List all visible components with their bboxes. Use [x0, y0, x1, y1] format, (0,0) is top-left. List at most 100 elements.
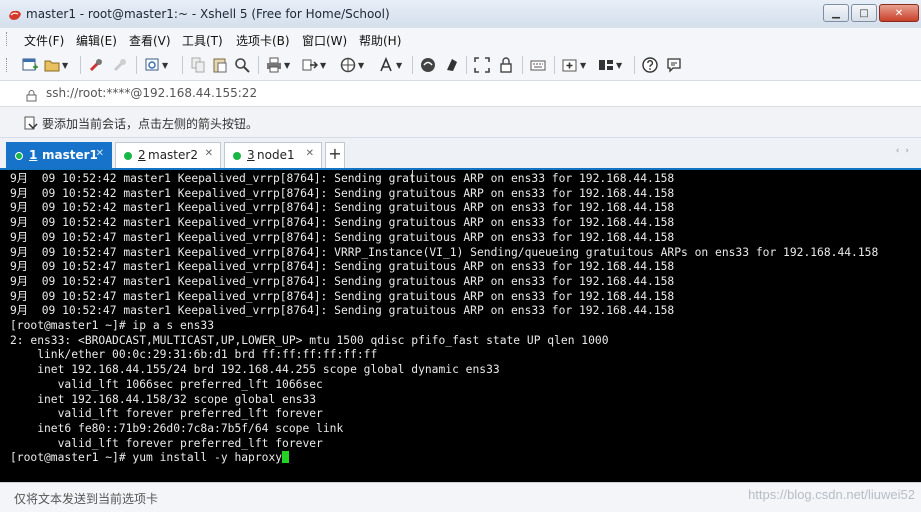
terminal-line: 9月 09 10:52:47 master1 Keepalived_vrrp[8…: [10, 274, 675, 288]
title-bar: master1 - root@master1:~ - Xshell 5 (Fre…: [0, 0, 921, 29]
connect-icon[interactable]: [88, 56, 104, 74]
menu-tools[interactable]: 工具(T): [182, 32, 223, 49]
plus-icon: +: [328, 144, 342, 163]
terminal-line: 9月 09 10:52:42 master1 Keepalived_vrrp[8…: [10, 216, 675, 230]
close-tab-icon[interactable]: ✕: [205, 148, 213, 159]
terminal-line: inet 192.168.44.155/24 brd 192.168.44.25…: [10, 363, 500, 377]
help-icon[interactable]: [642, 56, 658, 74]
hint-bar: 要添加当前会话，点击左侧的箭头按钮。: [0, 107, 921, 138]
disconnect-icon[interactable]: [112, 56, 128, 74]
menu-tabs[interactable]: 选项卡(B): [236, 32, 290, 49]
xshell-app-icon[interactable]: [8, 7, 22, 21]
terminal-line: 9月 09 10:52:42 master1 Keepalived_vrrp[8…: [10, 201, 675, 215]
close-tab-icon[interactable]: ✕: [306, 148, 314, 159]
toolbar-separator: [522, 56, 523, 74]
compose-bar[interactable]: 仅将文本发送到当前选项卡 https://blog.csdn.net/liuwe…: [0, 482, 921, 512]
tab-number: 3: [247, 148, 255, 162]
toolbar-separator: [80, 56, 81, 74]
tab-scroll-arrows-icon[interactable]: ‹›: [896, 146, 915, 156]
terminal-cursor: [282, 451, 290, 464]
session-address[interactable]: ssh://root:****@192.168.44.155:22: [46, 86, 257, 100]
toolbar-separator: [182, 56, 183, 74]
terminal-line: 9月 09 10:52:47 master1 Keepalived_vrrp[8…: [10, 304, 675, 318]
menu-grip: [6, 32, 10, 46]
terminal-line: 9月 09 10:52:42 master1 Keepalived_vrrp[8…: [10, 172, 675, 185]
menu-edit[interactable]: 编辑(E): [76, 32, 117, 49]
window-title: master1 - root@master1:~ - Xshell 5 (Fre…: [26, 7, 390, 21]
new-session-icon[interactable]: [22, 56, 38, 74]
toolbar: ▼ ▼ ▼ ▼ ▼ ▼ ▼ ▼: [0, 50, 921, 81]
menu-view[interactable]: 查看(V): [129, 32, 171, 49]
new-tab-icon[interactable]: ▼: [562, 56, 586, 74]
open-folder-icon[interactable]: ▼: [44, 56, 68, 74]
tab-number: 1: [29, 148, 38, 162]
add-session-arrow-icon[interactable]: [24, 115, 38, 134]
terminal-line: 2: ens33: <BROADCAST,MULTICAST,UP,LOWER_…: [10, 333, 609, 347]
toolbar-grip: [6, 58, 10, 72]
session-status-icon: [15, 152, 23, 160]
terminal-output[interactable]: 9月 09 10:52:42 master1 Keepalived_vrrp[8…: [0, 170, 921, 482]
terminal-line: 9月 09 10:52:47 master1 Keepalived_vrrp[8…: [10, 230, 675, 244]
session-tab-bar: 1 master1 ✕ 2 master2 ✕ 3 node1 ✕ + ‹›: [0, 138, 921, 170]
maximize-icon: □: [859, 7, 869, 19]
terminal-line: valid_lft 1066sec preferred_lft 1066sec: [10, 377, 323, 391]
session-properties-icon[interactable]: ▼: [144, 56, 168, 74]
transfer-icon[interactable]: ▼: [302, 56, 326, 74]
maximize-button[interactable]: □: [851, 4, 877, 22]
terminal-line: 9月 09 10:52:42 master1 Keepalived_vrrp[8…: [10, 186, 675, 200]
tab-label: node1: [257, 148, 295, 162]
close-tab-icon[interactable]: ✕: [96, 148, 104, 159]
tab-master1[interactable]: 1 master1 ✕: [6, 142, 112, 168]
tab-number: 2: [138, 148, 146, 162]
close-button[interactable]: ✕: [879, 4, 919, 22]
tab-master2[interactable]: 2 master2 ✕: [115, 142, 221, 168]
terminal-line: valid_lft forever preferred_lft forever: [10, 407, 323, 421]
tab-node1[interactable]: 3 node1 ✕: [224, 142, 322, 168]
watermark-text: https://blog.csdn.net/liuwei52: [748, 487, 915, 502]
toolbar-separator: [258, 56, 259, 74]
terminal-lines: 9月 09 10:52:42 master1 Keepalived_vrrp[8…: [10, 172, 878, 466]
copy-icon[interactable]: [190, 56, 206, 74]
find-icon[interactable]: [234, 56, 250, 74]
xagent-icon[interactable]: [444, 56, 460, 74]
compose-target-label[interactable]: 仅将文本发送到当前选项卡: [14, 490, 158, 507]
terminal-line: 9月 09 10:52:47 master1 Keepalived_vrrp[8…: [10, 260, 675, 274]
address-bar[interactable]: ssh://root:****@192.168.44.155:22: [0, 81, 921, 107]
font-icon[interactable]: ▼: [378, 56, 402, 74]
chat-icon[interactable]: [666, 56, 682, 74]
lock-icon: [26, 87, 37, 106]
terminal-line: 9月 09 10:52:47 master1 Keepalived_vrrp[8…: [10, 245, 879, 259]
layout-icon[interactable]: ▼: [598, 56, 622, 74]
menu-file[interactable]: 文件(F): [24, 32, 64, 49]
toolbar-separator: [554, 56, 555, 74]
terminal-line: inet 192.168.44.158/32 scope global ens3…: [10, 392, 317, 406]
minimize-icon: ▁: [832, 7, 840, 19]
menu-window[interactable]: 窗口(W): [302, 32, 347, 49]
xftp-icon[interactable]: [420, 56, 436, 74]
tab-label: master2: [148, 148, 198, 162]
print-icon[interactable]: ▼: [266, 56, 290, 74]
terminal-prompt: [root@master1 ~]# yum install -y haproxy: [10, 451, 283, 465]
terminal-line: valid_lft forever preferred_lft forever: [10, 436, 323, 450]
toolbar-separator: [634, 56, 635, 74]
tab-label: master1: [42, 148, 98, 162]
lock-icon[interactable]: [498, 56, 514, 74]
globe-icon[interactable]: ▼: [340, 56, 364, 74]
terminal-line: 9月 09 10:52:47 master1 Keepalived_vrrp[8…: [10, 289, 675, 303]
hint-text: 要添加当前会话，点击左侧的箭头按钮。: [42, 117, 259, 131]
session-status-icon: [233, 152, 241, 160]
terminal-line: link/ether 00:0c:29:31:6b:d1 brd ff:ff:f…: [10, 348, 378, 362]
fullscreen-icon[interactable]: [474, 56, 490, 74]
terminal-line: [root@master1 ~]# ip a s ens33: [10, 319, 215, 333]
add-tab-button[interactable]: +: [325, 142, 345, 168]
toolbar-separator: [466, 56, 467, 74]
keyboard-icon[interactable]: [530, 56, 546, 74]
minimize-button[interactable]: ▁: [823, 4, 849, 22]
close-icon: ✕: [894, 7, 904, 19]
session-status-icon: [124, 152, 132, 160]
paste-icon[interactable]: [212, 56, 228, 74]
menu-help[interactable]: 帮助(H): [359, 32, 401, 49]
terminal-line: inet6 fe80::71b9:26d0:7c8a:7b5f/64 scope…: [10, 421, 344, 435]
menu-bar: 文件(F) 编辑(E) 查看(V) 工具(T) 选项卡(B) 窗口(W) 帮助(…: [0, 28, 921, 50]
toolbar-separator: [136, 56, 137, 74]
